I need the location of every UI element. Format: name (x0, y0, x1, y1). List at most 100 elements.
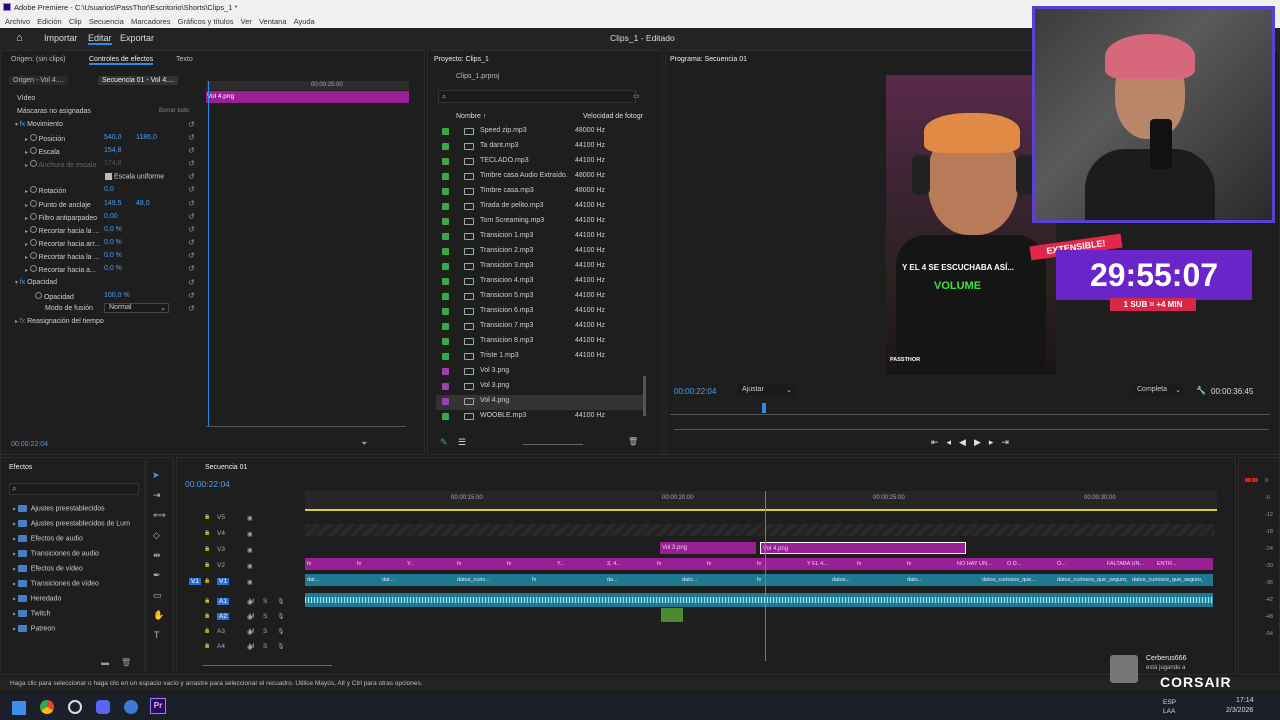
work-area-bar[interactable] (305, 509, 1217, 511)
prop-7[interactable]: ▸ Recortar hacia la ... (25, 226, 99, 235)
menu-ver[interactable]: Ver (241, 17, 252, 26)
prop-10[interactable]: ▸ Recortar hacia a... (25, 265, 96, 274)
eye-icon[interactable]: ◉ (247, 514, 253, 522)
col-name-header[interactable]: Nombre ↑ (456, 113, 486, 120)
project-item[interactable]: TECLADO.mp3 44100 Hz (436, 155, 646, 170)
mic-icon[interactable]: 🎙 (277, 643, 285, 650)
project-item[interactable]: Tom Screaming.mp3 44100 Hz (436, 215, 646, 230)
clock-time[interactable]: 17:14 (1236, 697, 1254, 704)
reset-prop-icon[interactable]: ↺ (188, 238, 195, 247)
eye-icon[interactable]: ◉ (247, 546, 253, 554)
reset-prop-icon[interactable]: ↺ (188, 133, 195, 142)
mic-icon[interactable]: 🎙 (277, 613, 285, 620)
delete-effect-icon[interactable]: 🗑 (121, 658, 131, 667)
timeline-playhead[interactable] (765, 491, 766, 661)
type-tool-icon[interactable]: T (154, 630, 160, 640)
project-item[interactable]: Transicion 2.mp3 44100 Hz (436, 245, 646, 260)
project-item[interactable]: Tirada de pelito.mp3 44100 Hz (436, 200, 646, 215)
project-item[interactable]: Ta dant.mp3 44100 Hz (436, 140, 646, 155)
prop-1[interactable]: ▸ Escala (25, 147, 60, 156)
tab-texto[interactable]: Texto (176, 56, 193, 63)
ec-zoom-bar[interactable] (206, 426, 406, 427)
ripple-edit-icon[interactable]: ⟺ (153, 510, 166, 521)
solo-icon[interactable]: S (263, 628, 267, 635)
ec-clip-bar[interactable]: Vol 4.png (206, 91, 409, 103)
lock-icon[interactable]: 🔒 (204, 530, 210, 536)
reset-prop-icon[interactable]: ↺ (188, 146, 195, 155)
rectangle-tool-icon[interactable]: ▭ (153, 590, 162, 601)
source-clip-selector[interactable]: Origen - Vol 4.... (9, 76, 68, 85)
project-item[interactable]: WOOBLE.mp3 44100 Hz (436, 410, 646, 425)
effects-folder[interactable]: ▸ Efectos de vídeo (13, 565, 83, 572)
pen-tool-icon[interactable]: ✒ (153, 570, 161, 581)
tab-exportar[interactable]: Exportar (120, 33, 154, 43)
wrench-icon[interactable]: 🔧 (1196, 386, 1206, 395)
effects-search-input[interactable]: ⌕ (9, 483, 139, 495)
project-item[interactable]: Timbre casa Audio Extraído. 48000 Hz (436, 170, 646, 185)
menu-ventana[interactable]: Ventana (259, 17, 287, 26)
tab-efectos[interactable]: Efectos (9, 464, 32, 471)
blend-mode-select[interactable]: Normal ⌄ (104, 303, 169, 313)
project-item[interactable]: Vol 3.png (436, 380, 646, 395)
delete-all-button[interactable]: Borrar todo (159, 108, 189, 114)
project-scrollbar[interactable] (643, 376, 646, 416)
program-timecode[interactable]: 00:00:22:04 (674, 387, 716, 396)
reset-prop-icon[interactable]: ↺ (188, 264, 195, 273)
fit-select[interactable]: Ajustar ⌄ (738, 384, 796, 396)
new-folder-icon[interactable]: ▬ (101, 658, 109, 667)
menu-clip[interactable]: Clip (69, 17, 82, 26)
selection-tool-icon[interactable]: ➤ (152, 470, 160, 481)
program-scroll[interactable] (674, 429, 1269, 430)
ec-ruler[interactable]: 00:00:25:00 (206, 81, 409, 90)
new-bin-icon[interactable]: ▭ (633, 92, 640, 100)
obs-icon[interactable] (68, 700, 82, 714)
project-item[interactable]: Vol 4.png (436, 395, 646, 410)
mute-icon[interactable]: M (249, 628, 254, 635)
timeline-zoom-scroll[interactable] (202, 665, 332, 666)
opacity-value[interactable]: 100,0 % (104, 292, 130, 299)
home-icon[interactable]: ⌂ (16, 32, 28, 44)
lock-icon[interactable]: 🔒 (204, 628, 210, 634)
windows-start-icon[interactable] (12, 701, 26, 715)
tab-origen[interactable]: Origen: (sin clips) (11, 56, 65, 63)
lock-icon[interactable]: 🔒 (204, 643, 210, 649)
reset-prop-icon[interactable]: ↺ (188, 172, 195, 181)
menu-archivo[interactable]: Archivo (5, 17, 30, 26)
menu-ayuda[interactable]: Ayuda (294, 17, 315, 26)
trash-icon[interactable]: 🗑 (628, 437, 638, 446)
prop-9[interactable]: ▸ Recortar hacia la ... (25, 252, 99, 261)
eye-icon[interactable]: ◉ (247, 530, 253, 538)
effects-folder[interactable]: ▸ Twitch (13, 610, 51, 617)
tab-controles-efectos[interactable]: Controles de efectos (89, 56, 154, 65)
lock-icon[interactable]: 🔒 (204, 578, 210, 584)
project-item[interactable]: Transicion 7.mp3 44100 Hz (436, 320, 646, 335)
uniform-scale-checkbox[interactable]: Escala uniforme (105, 173, 164, 180)
timeline-timecode[interactable]: 00:00:22:04 (185, 479, 230, 489)
prop-value[interactable]: 0,00 (104, 213, 118, 220)
prop-value[interactable]: 540,0 (104, 134, 122, 141)
pencil-icon[interactable]: ✎ (440, 437, 448, 448)
menu-marcadores[interactable]: Marcadores (131, 17, 171, 26)
prop-6[interactable]: ▸ Filtro antiparpadeo (25, 213, 97, 222)
clock-date[interactable]: 2/3/2026 (1226, 707, 1253, 714)
reset-motion-icon[interactable]: ↺ (188, 120, 195, 129)
solo-icon[interactable]: S (263, 643, 267, 650)
tab-importar[interactable]: Importar (44, 33, 78, 43)
mute-icon[interactable]: M (249, 643, 254, 650)
reset-prop-icon[interactable]: ↺ (188, 225, 195, 234)
reset-prop-icon[interactable]: ↺ (188, 199, 195, 208)
prop-value[interactable]: 0,0 % (104, 239, 122, 246)
razor-tool-icon[interactable]: ◇ (153, 530, 160, 541)
program-ruler[interactable] (670, 403, 1270, 415)
project-item[interactable]: Triste 1.mp3 44100 Hz (436, 350, 646, 365)
program-playhead[interactable] (762, 403, 766, 413)
zoom-slider[interactable] (523, 444, 583, 445)
tab-editar[interactable]: Editar (88, 33, 112, 45)
effects-folder[interactable]: ▸ Ajustes preestablecidos (13, 505, 105, 512)
effects-folder[interactable]: ▸ Heredado (13, 595, 61, 602)
prop-8[interactable]: ▸ Recortar hacia arr... (25, 239, 100, 248)
eye-icon[interactable]: ◉ (247, 578, 253, 586)
premiere-taskbar-icon[interactable]: Pr (150, 698, 166, 714)
project-item[interactable]: Transicion 8.mp3 44100 Hz (436, 335, 646, 350)
ec-playhead[interactable] (208, 81, 209, 426)
